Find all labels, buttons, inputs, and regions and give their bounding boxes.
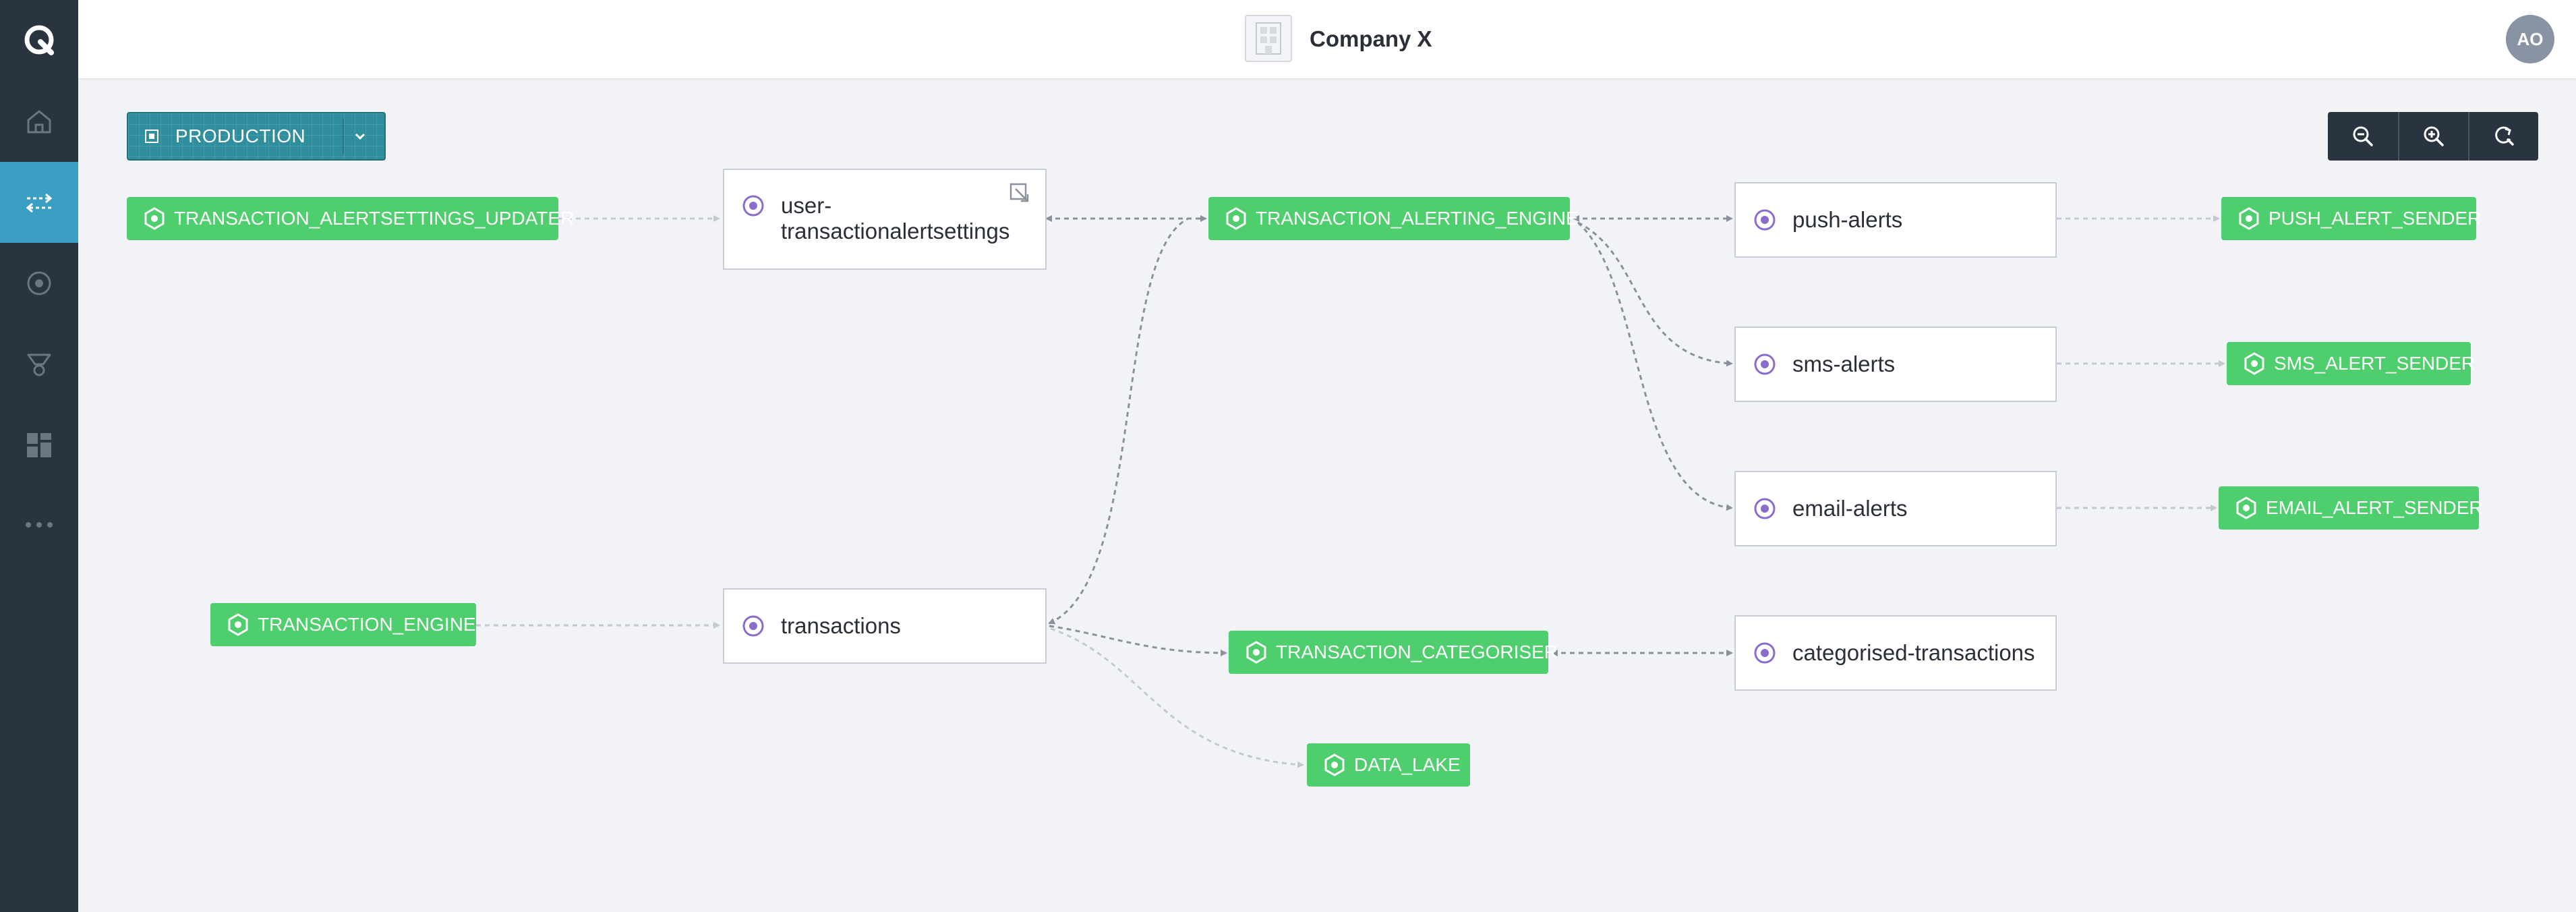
app-node-label: TRANSACTION_ALERTING_ENGINE — [1256, 208, 1579, 229]
application-hex-icon — [2244, 352, 2264, 375]
app-node-label: TRANSACTION_CATEGORISER — [1276, 642, 1558, 662]
home-icon — [27, 110, 51, 134]
logo-icon — [24, 25, 54, 55]
topology-icon — [26, 193, 53, 213]
sidebar-item-topology[interactable] — [0, 162, 78, 243]
application-hex-icon — [2236, 496, 2256, 519]
app-node-label: TRANSACTION_ALERTSETTINGS_UPDATER — [174, 208, 575, 229]
app-node-transaction-engine[interactable]: TRANSACTION_ENGINE — [210, 603, 476, 646]
zoom-controls — [2328, 112, 2538, 161]
application-hex-icon — [1226, 207, 1246, 230]
topic-node-sms-alerts[interactable]: sms-alerts — [1734, 326, 2057, 402]
topic-icon — [1754, 498, 1776, 519]
application-hex-icon — [2239, 207, 2259, 230]
topic-icon — [742, 195, 764, 217]
environment-divider — [343, 119, 344, 154]
topic-icon — [1754, 353, 1776, 375]
sidebar-item-topics[interactable] — [0, 243, 78, 324]
edge-alerting-engine-email-alerts — [1577, 221, 1733, 511]
app-node-alerting-engine[interactable]: TRANSACTION_ALERTING_ENGINE — [1208, 197, 1579, 240]
reset-zoom-icon — [2495, 126, 2514, 146]
app-node-label: PUSH_ALERT_SENDER — [2268, 208, 2482, 229]
app-node-label: EMAIL_ALERT_SENDER — [2266, 497, 2483, 518]
sidebar-item-dashboard[interactable] — [0, 405, 78, 486]
top-header: Company X AO — [78, 0, 2576, 78]
applications-icon — [27, 353, 51, 376]
topic-node-user-settings[interactable]: user- transactionalertsettings — [723, 169, 1047, 270]
reset-zoom-button[interactable] — [2468, 112, 2538, 161]
topic-node-label: email-alerts — [1792, 496, 1908, 521]
app-node-label: TRANSACTION_ENGINE — [258, 614, 476, 635]
company-name: Company X — [1310, 26, 1432, 51]
building-icon — [1256, 22, 1281, 55]
topic-node-categorised-transactions[interactable]: categorised-transactions — [1734, 615, 2057, 691]
application-hex-icon — [228, 613, 248, 636]
topic-icon — [1754, 209, 1776, 231]
zoom-out-button[interactable] — [2328, 112, 2398, 161]
app-node-settings-updater[interactable]: TRANSACTION_ALERTSETTINGS_UPDATER — [127, 197, 574, 240]
topic-node-label: categorised-transactions — [1792, 640, 2035, 665]
user-avatar[interactable]: AO — [2506, 15, 2554, 63]
more-icon — [26, 522, 53, 528]
chevron-down-icon[interactable] — [352, 128, 368, 144]
edge-transactions-categoriser — [1049, 625, 1227, 656]
application-hex-icon — [1324, 753, 1345, 776]
environment-icon — [145, 130, 158, 143]
sidebar-item-applications[interactable] — [0, 324, 78, 405]
app-node-email-sender[interactable]: EMAIL_ALERT_SENDER — [2219, 486, 2483, 530]
dashboard-icon — [27, 433, 51, 457]
app-node-categoriser[interactable]: TRANSACTION_CATEGORISER — [1229, 631, 1558, 674]
edge-transactions-alerting-engine — [1048, 217, 1189, 625]
application-hex-icon — [144, 207, 165, 230]
app-node-data-lake[interactable]: DATA_LAKE — [1307, 743, 1470, 787]
edge-alerting-engine-sms-alerts — [1577, 221, 1733, 367]
topic-node-label-line2: transactionalertsettings — [781, 219, 1010, 244]
topics-icon — [27, 271, 51, 295]
company-logo — [1245, 15, 1292, 62]
external-link-icon[interactable] — [1009, 182, 1032, 205]
topic-node-label: transactions — [781, 613, 901, 638]
sidebar-item-more[interactable] — [0, 484, 78, 565]
app-logo[interactable] — [0, 0, 78, 81]
app-node-push-sender[interactable]: PUSH_ALERT_SENDER — [2221, 197, 2481, 240]
topic-node-label-line1: user- — [781, 193, 832, 218]
zoom-in-button[interactable] — [2398, 112, 2468, 161]
zoom-in-icon — [2424, 126, 2444, 146]
topic-node-push-alerts[interactable]: push-alerts — [1734, 182, 2057, 258]
app-node-label: SMS_ALERT_SENDER — [2274, 353, 2476, 374]
app-node-label: DATA_LAKE — [1354, 754, 1461, 775]
topic-node-label: sms-alerts — [1792, 351, 1896, 376]
topic-node-transactions[interactable]: transactions — [723, 588, 1047, 664]
sidebar-item-home[interactable] — [0, 81, 78, 162]
topic-icon — [742, 615, 764, 637]
app-node-sms-sender[interactable]: SMS_ALERT_SENDER — [2227, 342, 2475, 385]
environment-selector[interactable]: PRODUCTION — [127, 112, 386, 161]
application-hex-icon — [1246, 641, 1266, 664]
topic-node-label: push-alerts — [1792, 207, 1903, 232]
topology-edges — [476, 215, 2225, 768]
zoom-out-icon — [2353, 126, 2373, 146]
topic-node-email-alerts[interactable]: email-alerts — [1734, 471, 2057, 546]
topic-icon — [1754, 642, 1776, 664]
environment-label: PRODUCTION — [175, 125, 306, 146]
sidebar — [0, 0, 78, 912]
